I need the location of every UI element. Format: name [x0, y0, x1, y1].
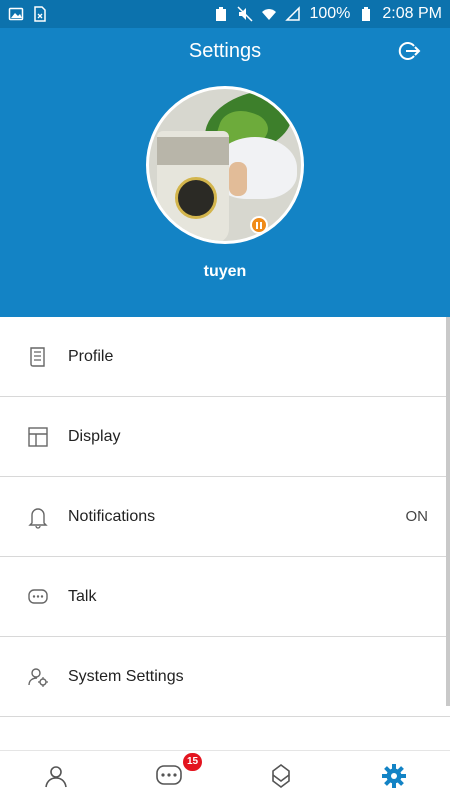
menu-label-talk: Talk: [68, 587, 97, 605]
notifications-status: ON: [405, 508, 429, 525]
nav-timeline[interactable]: [225, 751, 338, 800]
menu-item-partial[interactable]: [0, 717, 450, 751]
menu-label-display: Display: [68, 427, 121, 445]
battery-percent: 100%: [309, 5, 351, 22]
bell-icon: [26, 505, 50, 529]
document-icon: [26, 345, 50, 369]
username: tuyen: [203, 263, 247, 280]
menu-item-system-settings[interactable]: System Settings: [0, 637, 450, 717]
menu-item-talk[interactable]: Talk: [0, 557, 450, 637]
layout-icon: [26, 425, 50, 449]
status-bar-right: 100% 2:08 PM: [213, 5, 442, 23]
bottom-navigation: 15: [0, 750, 450, 800]
settings-menu: Profile Display Notifications ON Talk Sy…: [0, 317, 450, 751]
chat-bubble-icon[interactable]: [155, 763, 183, 789]
nav-contacts[interactable]: [0, 751, 113, 800]
menu-item-profile[interactable]: Profile: [0, 317, 450, 397]
battery-saver-icon: [213, 6, 229, 22]
avatar-photo-hand: [229, 162, 247, 196]
user-gear-icon: [26, 665, 50, 689]
wifi-icon: [261, 6, 277, 22]
timeline-icon[interactable]: [268, 763, 294, 789]
avatar[interactable]: [146, 86, 304, 244]
gear-icon[interactable]: [380, 762, 408, 790]
scrollbar[interactable]: [446, 317, 450, 706]
avatar-container[interactable]: [146, 86, 304, 244]
menu-label-profile: Profile: [68, 347, 114, 365]
page-title: Settings: [188, 40, 262, 62]
status-bar: 100% 2:08 PM: [0, 0, 450, 28]
nav-chats[interactable]: [113, 751, 226, 800]
menu-item-notifications[interactable]: Notifications ON: [0, 477, 450, 557]
menu-label-system-settings: System Settings: [68, 667, 184, 685]
chat-unread-badge: 15: [183, 753, 203, 771]
mute-icon: [237, 6, 254, 22]
clock: 2:08 PM: [382, 5, 442, 22]
battery-icon: [358, 6, 374, 22]
menu-item-display[interactable]: Display: [0, 397, 450, 477]
avatar-photo-cup-logo: [175, 177, 217, 219]
file-icon: [32, 6, 48, 22]
chat-icon: [26, 585, 50, 609]
logout-icon[interactable]: [396, 38, 422, 64]
nav-settings[interactable]: [338, 751, 450, 800]
signal-icon: [285, 6, 301, 22]
status-badge-icon: [250, 216, 268, 234]
menu-label-notifications: Notifications: [68, 507, 156, 525]
image-icon: [8, 6, 24, 22]
avatar-photo-cup: [157, 131, 229, 241]
logout-button[interactable]: [396, 38, 422, 64]
person-icon[interactable]: [43, 763, 69, 789]
avatar-photo-cup-top: [157, 137, 229, 165]
status-bar-left: [8, 6, 48, 22]
profile-header: Settings tuyen: [0, 28, 450, 317]
